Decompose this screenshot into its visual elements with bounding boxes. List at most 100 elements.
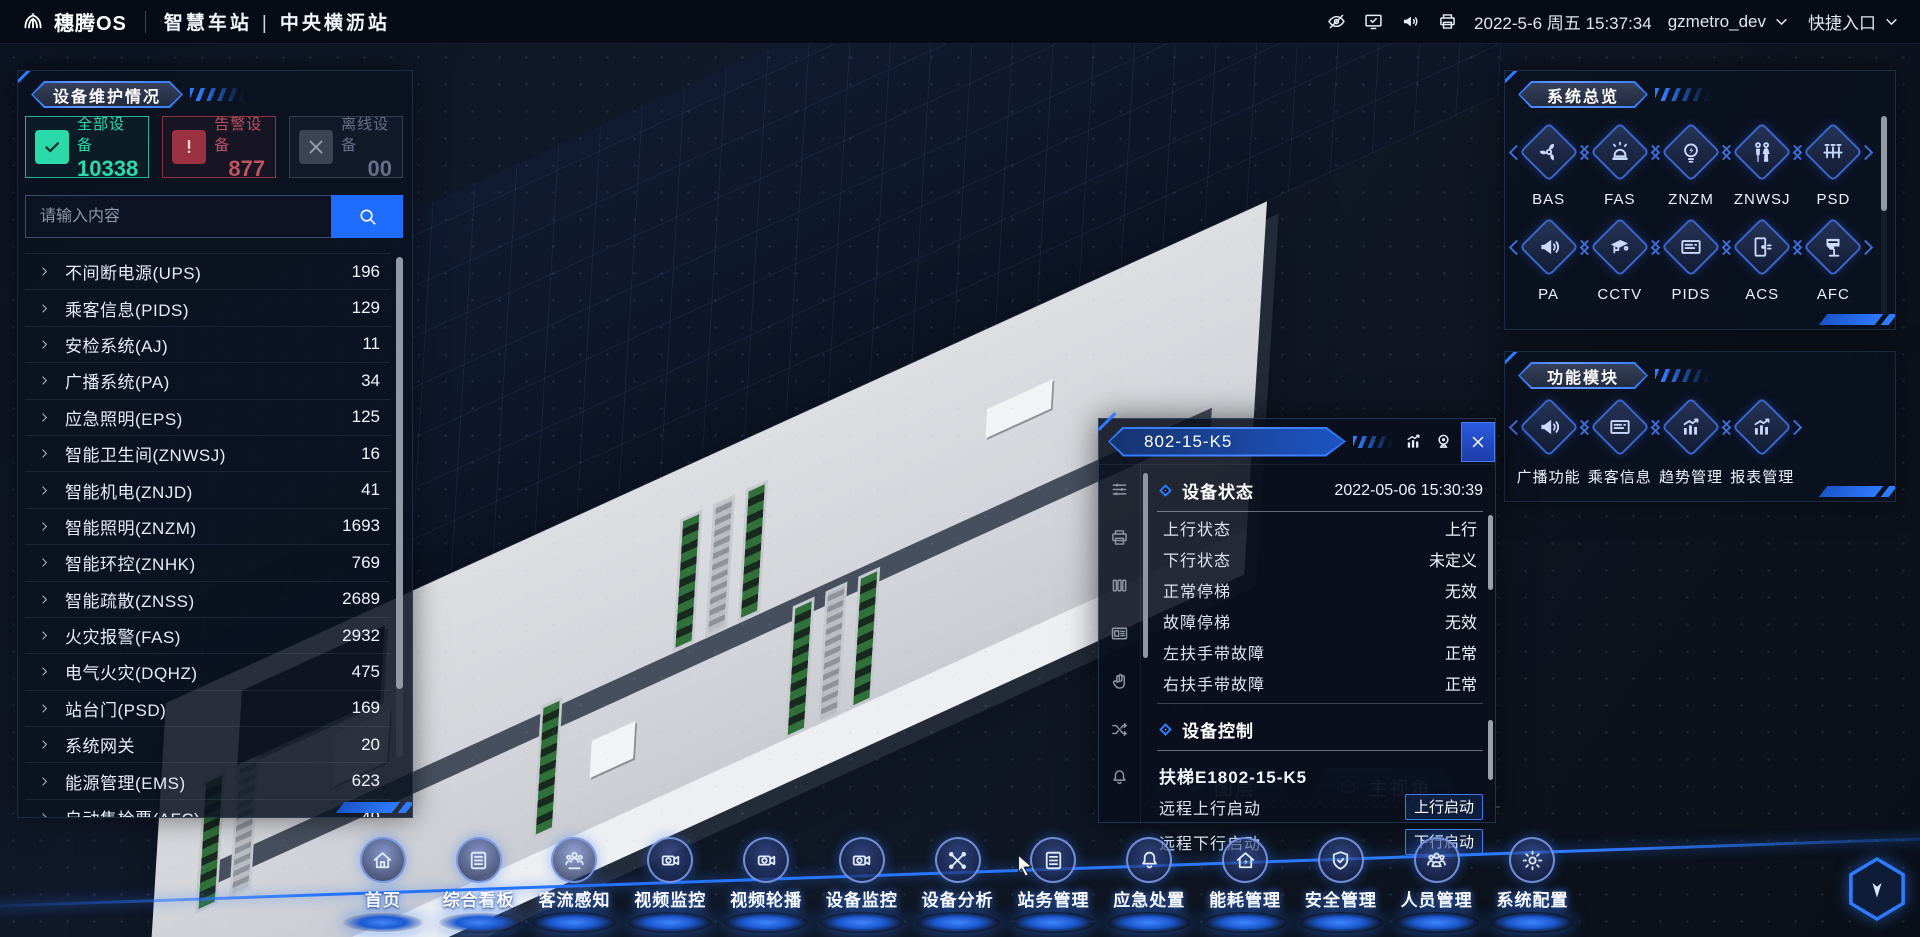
scrollbar-thumb[interactable] (1881, 116, 1887, 211)
system-item[interactable]: ZNZM (1655, 121, 1726, 208)
category-label: 智能疏散(ZNSS) (65, 587, 195, 612)
nav-pedestal (724, 912, 808, 933)
system-item[interactable]: PSD (1798, 121, 1869, 208)
diamond-bullet-icon (1159, 484, 1172, 497)
system-item[interactable]: CCTV (1584, 216, 1655, 303)
category-count: 2932 (342, 626, 380, 646)
compass-button[interactable] (1846, 857, 1908, 921)
brand-block: 穗腾OS 智慧车站|中央横沥站 (0, 7, 390, 36)
device-category-row[interactable]: 自动售检票(AFC) 49 (25, 799, 390, 817)
device-detail-popup: 802-15-K5 设备状态 2022-05-06 15:30:39 (1098, 418, 1496, 823)
chevron-right-icon (38, 302, 51, 315)
search-input[interactable] (25, 195, 331, 238)
device-category-row[interactable]: 乘客信息(PIDS) 129 (25, 289, 390, 325)
nav-item[interactable]: 应急处置 (1101, 837, 1197, 933)
nav-item[interactable]: 综合看板 (431, 837, 527, 933)
nav-label: 视频轮播 (730, 886, 802, 911)
control-section-header: 设备控制 (1157, 717, 1483, 742)
device-category-row[interactable]: 广播系统(PA) 34 (25, 362, 390, 398)
nav-item[interactable]: 站务管理 (1006, 837, 1102, 933)
trend-chart-icon[interactable] (1403, 431, 1424, 452)
device-category-row[interactable]: 智能机电(ZNJD) 41 (25, 471, 390, 507)
nav-item[interactable]: 视频监控 (622, 837, 718, 933)
quick-entry-menu[interactable]: 快捷入口 (1808, 9, 1902, 34)
device-category-row[interactable]: 不间断电源(UPS) 196 (25, 253, 390, 289)
device-category-row[interactable]: 智能照明(ZNZM) 1693 (25, 508, 390, 544)
close-button[interactable] (1461, 422, 1495, 462)
nav-item[interactable]: 客流感知 (527, 837, 623, 933)
cross-icon (305, 136, 327, 158)
category-count: 196 (352, 262, 380, 282)
device-category-row[interactable]: 应急照明(EPS) 125 (25, 399, 390, 435)
status-value: 未定义 (1429, 547, 1477, 571)
monitor-check-icon[interactable] (1363, 11, 1384, 32)
nav-item[interactable]: 安全管理 (1293, 837, 1389, 933)
nav-item[interactable]: 首页 (335, 837, 431, 933)
content-scrollbar-thumb[interactable] (1488, 515, 1493, 590)
device-category-row[interactable]: 系统网关 20 (25, 726, 390, 762)
nav-item[interactable]: 设备监控 (814, 837, 910, 933)
nav-pedestal (1107, 912, 1191, 933)
module-item[interactable]: 乘客信息 (1584, 396, 1655, 487)
sliders-icon[interactable] (1109, 479, 1130, 500)
volume-icon[interactable] (1400, 11, 1421, 32)
nav-pedestal (1299, 912, 1383, 933)
system-item[interactable]: BAS (1513, 121, 1584, 208)
device-category-row[interactable]: 智能疏散(ZNSS) 2689 (25, 581, 390, 617)
webcam-icon[interactable] (1433, 431, 1454, 452)
function-modules-panel: 功能模块 广播功能 乘客信息 趋势管理 (1504, 351, 1896, 502)
user-menu[interactable]: gzmetro_dev (1668, 11, 1792, 32)
banner-slashes (190, 88, 248, 101)
system-item[interactable]: PA (1513, 216, 1584, 303)
close-icon (1469, 433, 1487, 451)
device-category-row[interactable]: 智能卫生间(ZNWSJ) 16 (25, 435, 390, 471)
system-item[interactable]: ZNWSJ (1727, 121, 1798, 208)
eye-off-icon[interactable] (1326, 11, 1347, 32)
module-item[interactable]: 报表管理 (1727, 396, 1798, 487)
category-count: 41 (361, 480, 380, 500)
stat-all-devices[interactable]: 全部设备 10338 (25, 116, 149, 178)
device-print-icon[interactable] (1109, 527, 1130, 548)
nav-item[interactable]: 设备分析 (910, 837, 1006, 933)
search-button[interactable] (331, 195, 403, 238)
emergency-icon (1137, 848, 1162, 873)
device-category-row[interactable]: 智能环控(ZNHK) 769 (25, 544, 390, 580)
device-maintenance-panel: 设备维护情况 全部设备 10338 告警设备 877 (17, 70, 413, 818)
device-category-row[interactable]: 安检系统(AJ) 11 (25, 326, 390, 362)
system-item[interactable]: FAS (1584, 121, 1655, 208)
device-category-row[interactable]: 电气火灾(DQHZ) 475 (25, 653, 390, 689)
ai-alert-icon[interactable] (1109, 767, 1130, 788)
status-section-header: 设备状态 2022-05-06 15:30:39 (1157, 478, 1483, 503)
app-title-text: 智慧车站 (164, 13, 252, 34)
status-value: 正常 (1445, 640, 1477, 664)
switch-icon[interactable] (1109, 719, 1130, 740)
device-category-row[interactable]: 能源管理(EMS) 623 (25, 762, 390, 798)
device-category-row[interactable]: 火灾报警(FAS) 2932 (25, 617, 390, 653)
nav-item[interactable]: 视频轮播 (718, 837, 814, 933)
alarm-icon (1607, 139, 1633, 165)
system-item[interactable]: AFC (1798, 216, 1869, 303)
content-scrollbar-thumb[interactable] (1488, 720, 1493, 780)
module-item[interactable]: 趋势管理 (1655, 396, 1726, 487)
datetime: 2022-5-6 周五 15:37:34 (1474, 9, 1652, 34)
stat-alarm-devices[interactable]: 告警设备 877 (162, 116, 276, 178)
module-grid: 广播功能 乘客信息 趋势管理 报表管理 (1513, 396, 1869, 487)
system-item[interactable]: PIDS (1655, 216, 1726, 303)
up-start-button[interactable]: 上行启动 (1405, 794, 1483, 820)
nav-item[interactable]: 人员管理 (1389, 837, 1485, 933)
device-category-row[interactable]: 站台门(PSD) 169 (25, 690, 390, 726)
stat-offline-devices[interactable]: 离线设备 00 (289, 116, 403, 178)
stat-label: 告警设备 (214, 113, 265, 155)
system-overview-panel: 系统总览 BAS FAS ZNZM (1504, 70, 1896, 330)
system-item[interactable]: ACS (1727, 216, 1798, 303)
gesture-icon[interactable] (1109, 671, 1130, 692)
printer-icon[interactable] (1437, 11, 1458, 32)
category-count: 475 (352, 662, 380, 682)
nav-item[interactable]: 系统配置 (1485, 837, 1581, 933)
category-count: 125 (352, 407, 380, 427)
columns-icon[interactable] (1109, 575, 1130, 596)
nav-item[interactable]: 能耗管理 (1197, 837, 1293, 933)
card-icon[interactable] (1109, 623, 1130, 644)
scrollbar-thumb[interactable] (396, 257, 403, 689)
module-item[interactable]: 广播功能 (1513, 396, 1584, 487)
